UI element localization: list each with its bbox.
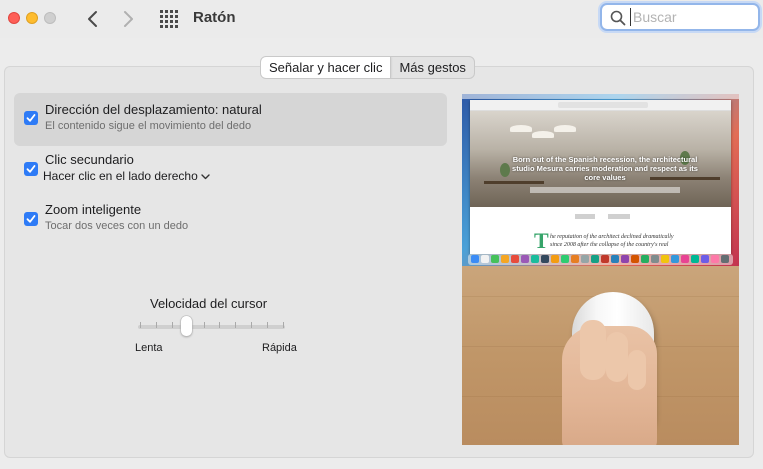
dock-icon bbox=[601, 255, 609, 263]
tab-point-and-click[interactable]: Señalar y hacer clic bbox=[261, 57, 392, 78]
hand-image bbox=[562, 320, 657, 445]
dock-icon bbox=[521, 255, 529, 263]
slider-tick bbox=[203, 322, 205, 328]
checkmark-icon bbox=[26, 165, 36, 173]
slider-tick bbox=[267, 322, 269, 328]
close-button[interactable] bbox=[8, 12, 20, 24]
option-secondary-click: Clic secundario Hacer clic en el lado de… bbox=[14, 146, 447, 196]
dock-icon bbox=[531, 255, 539, 263]
dock-icon bbox=[591, 255, 599, 263]
dock-icon bbox=[681, 255, 689, 263]
preview-headline: Born out of the Spanish recession, the a… bbox=[512, 155, 698, 182]
dock-icon bbox=[641, 255, 649, 263]
zoom-button[interactable] bbox=[44, 12, 56, 24]
preview-hero-image: Born out of the Spanish recession, the a… bbox=[470, 111, 731, 207]
chevron-right-icon bbox=[124, 11, 133, 27]
preview-browser-window: Born out of the Spanish recession, the a… bbox=[470, 100, 731, 254]
chevron-down-icon bbox=[201, 174, 210, 180]
dock-icon bbox=[651, 255, 659, 263]
dock-icon bbox=[671, 255, 679, 263]
title-bar: Ratón bbox=[0, 0, 763, 38]
cursor-speed-track[interactable] bbox=[138, 325, 285, 329]
dock-icon bbox=[491, 255, 499, 263]
minimize-button[interactable] bbox=[26, 12, 38, 24]
dock-icon bbox=[701, 255, 709, 263]
dock-icon bbox=[621, 255, 629, 263]
dock-icon bbox=[721, 255, 729, 263]
dock-icon bbox=[551, 255, 559, 263]
dock-icon bbox=[561, 255, 569, 263]
back-button[interactable] bbox=[83, 9, 103, 29]
dock-icon bbox=[631, 255, 639, 263]
secondary-click-checkbox[interactable] bbox=[24, 162, 38, 176]
dock-icon bbox=[661, 255, 669, 263]
option-subtitle: El contenido sigue el movimiento del ded… bbox=[45, 120, 252, 132]
grid-icon bbox=[160, 10, 178, 28]
preview-dock bbox=[468, 254, 733, 265]
preview-desktop: Born out of the Spanish recession, the a… bbox=[462, 94, 739, 266]
option-smart-zoom: Zoom inteligente Tocar dos veces con un … bbox=[14, 196, 447, 246]
slider-tick bbox=[219, 322, 221, 328]
show-all-button[interactable] bbox=[160, 10, 179, 28]
checkmark-icon bbox=[26, 215, 36, 223]
search-input[interactable] bbox=[630, 8, 757, 26]
dock-icon bbox=[511, 255, 519, 263]
segmented-tabs: Señalar y hacer clic Más gestos bbox=[260, 56, 475, 79]
preview-article-text: he reputation of the architect declined … bbox=[550, 234, 674, 248]
dock-icon bbox=[501, 255, 509, 263]
dock-icon bbox=[691, 255, 699, 263]
checkmark-icon bbox=[26, 114, 36, 122]
slider-tick bbox=[171, 322, 173, 328]
dock-icon bbox=[481, 255, 489, 263]
option-title: Dirección del desplazamiento: natural bbox=[45, 102, 262, 117]
option-scroll-direction[interactable]: Dirección del desplazamiento: natural El… bbox=[14, 93, 447, 146]
dock-icon bbox=[581, 255, 589, 263]
option-title: Clic secundario bbox=[45, 152, 134, 167]
chevron-left-icon bbox=[88, 11, 97, 27]
cursor-speed-label: Velocidad del cursor bbox=[150, 296, 268, 311]
slider-tick bbox=[251, 322, 253, 328]
scroll-direction-checkbox[interactable] bbox=[24, 111, 38, 125]
magnifier-icon bbox=[610, 10, 626, 26]
dropdown-value: Hacer clic en el lado derecho bbox=[43, 169, 198, 183]
smart-zoom-checkbox[interactable] bbox=[24, 212, 38, 226]
option-subtitle: Tocar dos veces con un dedo bbox=[45, 220, 189, 232]
dock-icon bbox=[711, 255, 719, 263]
dock-icon bbox=[571, 255, 579, 263]
preview-dropcap: T bbox=[534, 228, 549, 253]
option-title: Zoom inteligente bbox=[45, 202, 142, 217]
cursor-speed-knob[interactable] bbox=[181, 316, 192, 336]
slider-tick bbox=[155, 322, 157, 328]
dock-icon bbox=[471, 255, 479, 263]
dock-icon bbox=[611, 255, 619, 263]
secondary-click-dropdown[interactable]: Hacer clic en el lado derecho bbox=[43, 169, 210, 183]
window-title: Ratón bbox=[193, 9, 236, 26]
slider-tick bbox=[283, 322, 284, 328]
dock-icon bbox=[541, 255, 549, 263]
slider-tick bbox=[235, 322, 237, 328]
gesture-preview-video: Born out of the Spanish recession, the a… bbox=[462, 94, 739, 445]
slider-min-label: Lenta bbox=[135, 342, 163, 354]
search-field[interactable] bbox=[600, 3, 760, 31]
forward-button[interactable] bbox=[118, 9, 138, 29]
slider-max-label: Rápida bbox=[262, 342, 297, 354]
tab-more-gestures[interactable]: Más gestos bbox=[391, 57, 473, 78]
slider-tick bbox=[140, 322, 141, 328]
